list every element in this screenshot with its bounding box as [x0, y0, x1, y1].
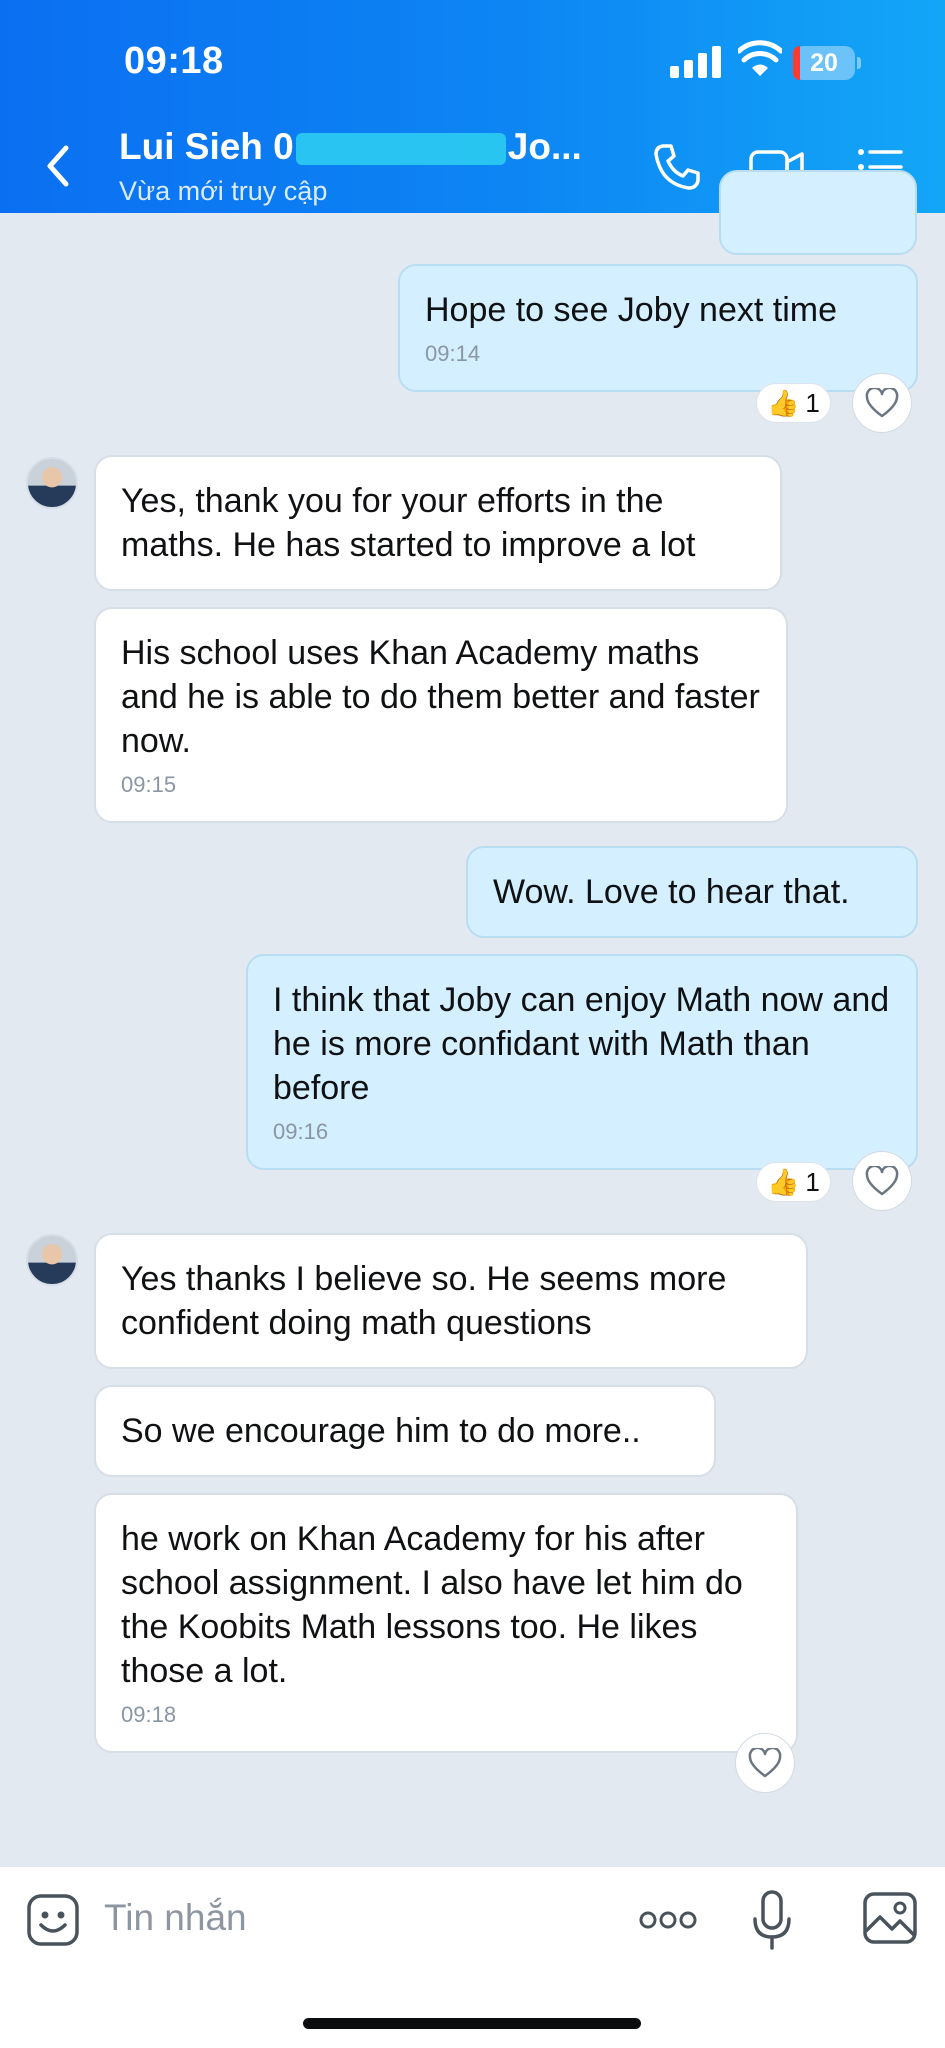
thumbs-up-icon: 👍 — [767, 387, 800, 418]
message-time: 09:15 — [121, 772, 177, 797]
contact-status: Vừa mới truy cập — [119, 176, 328, 206]
message-input[interactable]: Tin nhắn — [104, 1897, 247, 1939]
message-text: So we encourage him to do more.. — [121, 1412, 641, 1450]
message-text: he work on Khan Academy for his after sc… — [121, 1520, 743, 1690]
heart-icon — [865, 1166, 899, 1196]
reaction-count: 1 — [805, 1166, 820, 1197]
more-icon[interactable] — [638, 1905, 698, 1935]
message-text: Yes, thank you for your efforts in the m… — [121, 482, 696, 564]
reaction-count: 1 — [805, 387, 820, 418]
phone-icon[interactable] — [649, 140, 703, 194]
reaction-badge[interactable]: 👍 1 — [756, 1162, 831, 1202]
back-icon[interactable] — [40, 140, 76, 192]
home-indicator[interactable] — [303, 2018, 641, 2029]
message-text: His school uses Khan Academy maths and h… — [121, 634, 760, 760]
contact-name-prefix: Lui Sieh 0 — [119, 126, 294, 167]
heart-react-button[interactable] — [735, 1733, 795, 1793]
contact-name-suffix: Jo... — [507, 126, 582, 167]
message-bubble-incoming[interactable]: he work on Khan Academy for his after sc… — [94, 1493, 798, 1753]
message-bubble-incoming[interactable]: Yes thanks I believe so. He seems more c… — [94, 1233, 808, 1369]
image-icon[interactable] — [862, 1891, 918, 1945]
heart-icon — [748, 1748, 782, 1778]
message-text: Wow. Love to hear that. — [493, 873, 850, 911]
heart-react-button[interactable] — [852, 1151, 912, 1211]
contact-avatar[interactable] — [26, 457, 78, 509]
message-bubble-outgoing[interactable]: Hope to see Joby next time 09:14 — [398, 264, 918, 392]
wifi-icon — [738, 40, 782, 76]
message-bubble-incoming[interactable]: His school uses Khan Academy maths and h… — [94, 607, 788, 823]
cellular-signal-icon — [670, 46, 722, 78]
message-bubble-incoming[interactable]: So we encourage him to do more.. — [94, 1385, 716, 1477]
mic-icon[interactable] — [750, 1889, 794, 1951]
status-time: 09:18 — [124, 40, 224, 82]
message-time: 09:16 — [273, 1119, 329, 1144]
message-text: Yes thanks I believe so. He seems more c… — [121, 1260, 727, 1342]
message-text: I think that Joby can enjoy Math now and… — [273, 981, 890, 1107]
message-bubble-partial[interactable] — [719, 170, 917, 255]
thumbs-up-icon: 👍 — [767, 1166, 800, 1197]
heart-icon — [865, 388, 899, 418]
message-bubble-outgoing[interactable]: I think that Joby can enjoy Math now and… — [246, 954, 918, 1170]
message-time: 09:14 — [425, 341, 481, 366]
sticker-icon[interactable] — [26, 1893, 80, 1947]
contact-avatar[interactable] — [26, 1234, 78, 1286]
reaction-badge[interactable]: 👍 1 — [756, 383, 831, 423]
message-bubble-outgoing[interactable]: Wow. Love to hear that. — [466, 846, 918, 938]
battery-icon: 20 — [793, 46, 861, 80]
message-text: Hope to see Joby next time — [425, 291, 838, 329]
contact-name[interactable]: Lui Sieh 0 Jo... — [119, 126, 582, 168]
message-time: 09:18 — [121, 1702, 177, 1727]
heart-react-button[interactable] — [852, 373, 912, 433]
message-bubble-incoming[interactable]: Yes, thank you for your efforts in the m… — [94, 455, 782, 591]
redaction-mark — [295, 133, 506, 166]
